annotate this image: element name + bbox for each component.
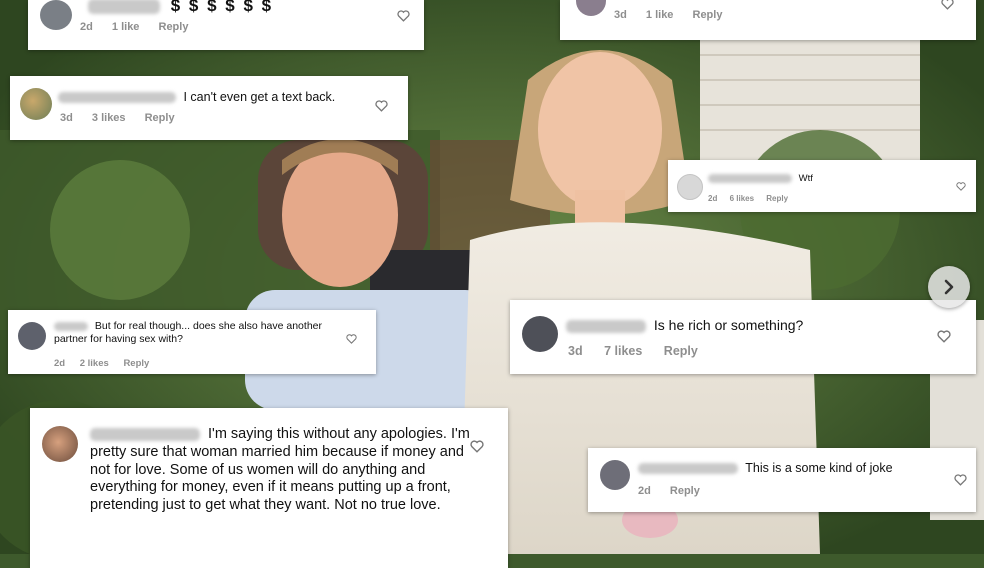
carousel-next-button[interactable] [928, 266, 970, 308]
comment-age: 2d [54, 358, 66, 369]
comment-age: 3d [60, 112, 73, 124]
like-count[interactable]: 1 like [646, 9, 674, 21]
commenter-avatar [600, 460, 630, 490]
reply-link[interactable]: Reply [766, 194, 788, 203]
reply-link[interactable]: Reply [159, 21, 189, 33]
heart-outline-icon[interactable] [375, 100, 388, 112]
comment-card: I'm saying this without any apologies. I… [30, 408, 508, 568]
commenter-avatar [18, 322, 46, 350]
blurred-username [638, 463, 738, 475]
blurred-username [58, 92, 176, 104]
comment-card: This is a some kind of joke 2d Reply [588, 448, 976, 512]
heart-outline-icon[interactable] [470, 440, 484, 453]
comment-card: But for real though... does she also hav… [8, 310, 376, 374]
reply-link[interactable]: Reply [670, 485, 700, 497]
blurred-username [90, 427, 200, 441]
comment-text: But for real though... does she also hav… [54, 320, 322, 345]
comment-age: 3d [614, 9, 627, 21]
comment-age: 2d [80, 21, 93, 33]
heart-outline-icon[interactable] [346, 334, 357, 344]
comment-age: 3d [568, 344, 583, 358]
comment-card: I can't even get a text back. 3d 3 likes… [10, 76, 408, 140]
comment-card: 3d 1 like Reply [560, 0, 976, 40]
comment-card: Is he rich or something? 3d 7 likes Repl… [510, 300, 976, 374]
blurred-username [88, 0, 160, 15]
commenter-avatar [40, 0, 72, 30]
reply-link[interactable]: Reply [664, 344, 698, 358]
comment-text: Is he rich or something? [653, 317, 804, 333]
comment-age: 2d [638, 485, 651, 497]
comment-text: $ $ $ $ $ $ [170, 0, 274, 15]
like-count[interactable]: 3 likes [92, 112, 126, 124]
reply-link[interactable]: Reply [123, 358, 149, 369]
comment-text: This is a some kind of joke [745, 461, 893, 475]
commenter-avatar [20, 88, 52, 120]
blurred-username [708, 174, 792, 183]
like-count[interactable]: 1 like [112, 21, 140, 33]
commenter-avatar [522, 316, 558, 352]
comment-age: 2d [708, 194, 718, 203]
commenter-avatar [42, 426, 78, 462]
blurred-username [54, 321, 88, 331]
like-count[interactable]: 7 likes [604, 344, 642, 358]
heart-outline-icon[interactable] [397, 10, 410, 22]
like-count[interactable]: 6 likes [730, 194, 754, 203]
commenter-avatar [677, 174, 703, 200]
heart-outline-icon[interactable] [956, 182, 966, 191]
comment-card: $ $ $ $ $ $ 2d 1 like Reply [28, 0, 424, 50]
chevron-right-icon [944, 279, 954, 295]
comment-card: Wtf 2d 6 likes Reply [668, 160, 976, 212]
commenter-avatar [576, 0, 606, 16]
like-count[interactable]: 2 likes [80, 358, 109, 369]
blurred-username [566, 320, 646, 333]
comment-text: Wtf [798, 173, 813, 184]
reply-link[interactable]: Reply [693, 9, 723, 21]
comment-text: I can't even get a text back. [183, 90, 336, 104]
heart-outline-icon[interactable] [954, 474, 967, 486]
heart-outline-icon[interactable] [941, 0, 954, 10]
reply-link[interactable]: Reply [145, 112, 175, 124]
heart-outline-icon[interactable] [937, 330, 951, 343]
